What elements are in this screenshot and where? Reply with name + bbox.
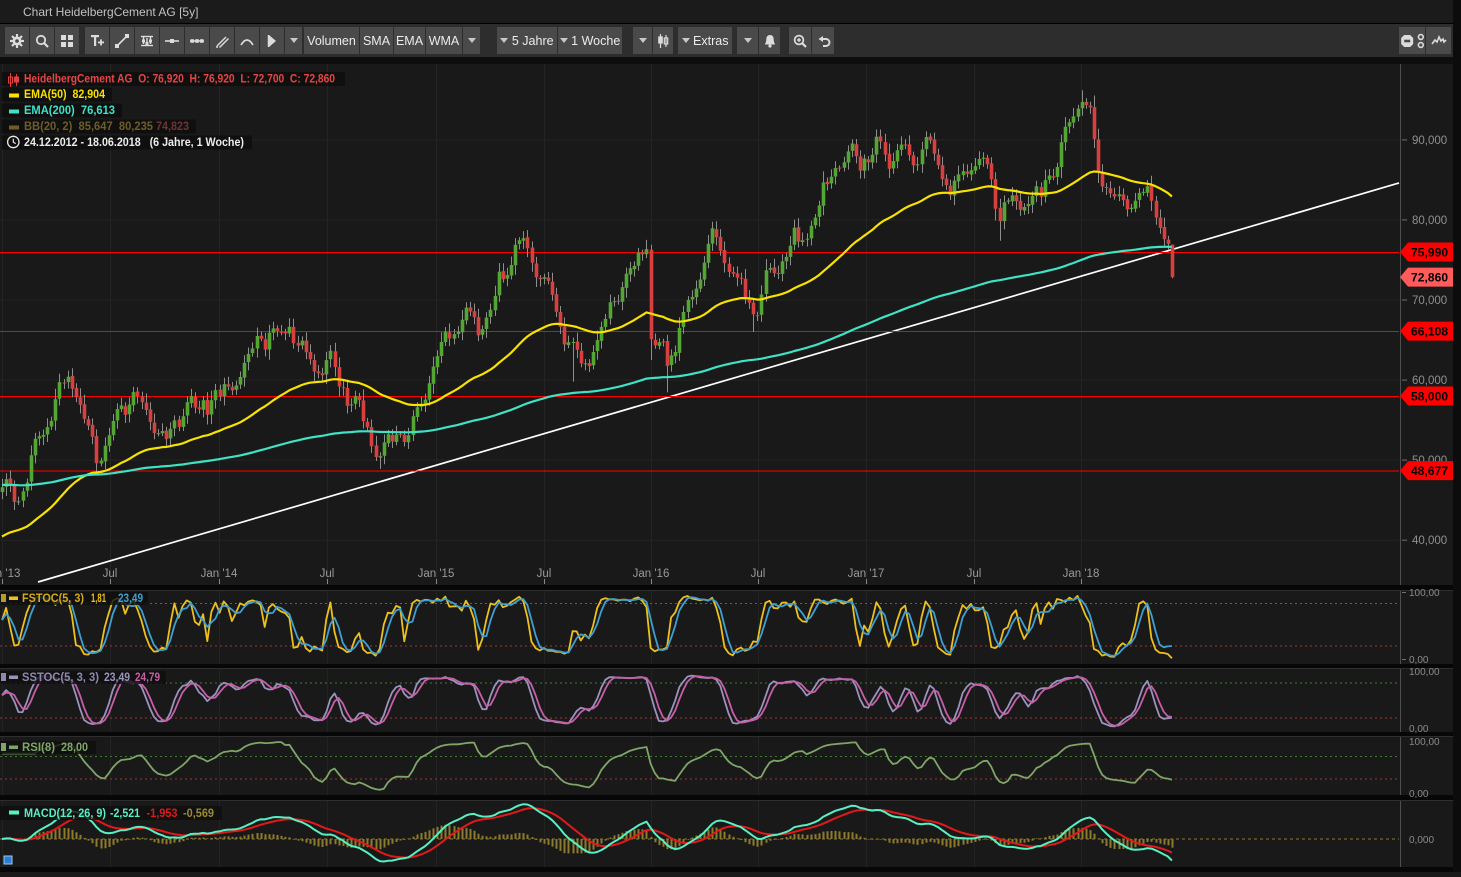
svg-text:40,000: 40,000	[1412, 535, 1447, 547]
svg-text:0,000: 0,000	[1409, 835, 1434, 846]
svg-text:-1,953: -1,953	[147, 808, 178, 820]
svg-text:SSTOC(5, 3, 3): SSTOC(5, 3, 3)	[22, 672, 99, 684]
svg-text:MACD(12, 26, 9): MACD(12, 26, 9)	[24, 808, 106, 820]
svg-text:Jul: Jul	[967, 568, 982, 580]
svg-text:0,00: 0,00	[1409, 655, 1429, 666]
svg-text:Jan '17: Jan '17	[848, 568, 885, 580]
svg-text:-2,521: -2,521	[110, 808, 141, 820]
svg-text:60,000: 60,000	[1412, 375, 1447, 387]
svg-text:Jan '16: Jan '16	[633, 568, 670, 580]
svg-text:Jul: Jul	[537, 568, 552, 580]
svg-text:58,000: 58,000	[1411, 390, 1448, 404]
svg-text:RSI(8): RSI(8)	[22, 742, 55, 754]
svg-text:Jul: Jul	[103, 568, 118, 580]
svg-text:90,000: 90,000	[1412, 135, 1447, 147]
svg-text:1,81: 1,81	[91, 593, 106, 605]
svg-text:48,677: 48,677	[1411, 464, 1448, 478]
svg-text:EMA(50) 82,904: EMA(50) 82,904	[24, 87, 105, 101]
svg-text:-0,569: -0,569	[183, 808, 214, 820]
svg-text:HeidelbergCement AG O: 76,920: HeidelbergCement AG O: 76,920 H: 76,920 …	[24, 72, 335, 86]
svg-text:Jul: Jul	[320, 568, 335, 580]
svg-text:72,860: 72,860	[1411, 271, 1448, 285]
svg-text:Jul: Jul	[751, 568, 766, 580]
svg-text:FSTOC(5, 3): FSTOC(5, 3)	[22, 593, 84, 605]
svg-text:0,00: 0,00	[1409, 724, 1429, 735]
svg-text:Jan '15: Jan '15	[418, 568, 455, 580]
svg-text:Jan '18: Jan '18	[1063, 568, 1100, 580]
svg-text:EMA(200) 76,613: EMA(200) 76,613	[24, 103, 115, 117]
svg-text:23,49: 23,49	[118, 593, 143, 605]
svg-text:24.12.2012 - 18.06.2018 (6 J: 24.12.2012 - 18.06.2018 (6 Jahre, 1 Woch…	[24, 135, 244, 149]
svg-text:66,108: 66,108	[1411, 325, 1448, 339]
svg-text:74,823: 74,823	[156, 119, 189, 133]
svg-text:100,00: 100,00	[1409, 588, 1440, 599]
svg-text:75,990: 75,990	[1411, 246, 1448, 260]
svg-text:24,79: 24,79	[135, 672, 160, 684]
svg-text:23,49: 23,49	[104, 672, 130, 684]
svg-text:Jan '13: Jan '13	[0, 568, 20, 580]
svg-text:BB(20, 2) 85,647 80,235: BB(20, 2) 85,647 80,235	[24, 119, 153, 133]
svg-text:100,00: 100,00	[1409, 737, 1440, 748]
svg-text:80,000: 80,000	[1412, 215, 1447, 227]
svg-text:Jan '14: Jan '14	[201, 568, 238, 580]
svg-text:0,00: 0,00	[1409, 789, 1429, 800]
svg-text:28,00: 28,00	[61, 742, 88, 754]
svg-text:70,000: 70,000	[1412, 295, 1447, 307]
svg-text:100,00: 100,00	[1409, 667, 1440, 678]
